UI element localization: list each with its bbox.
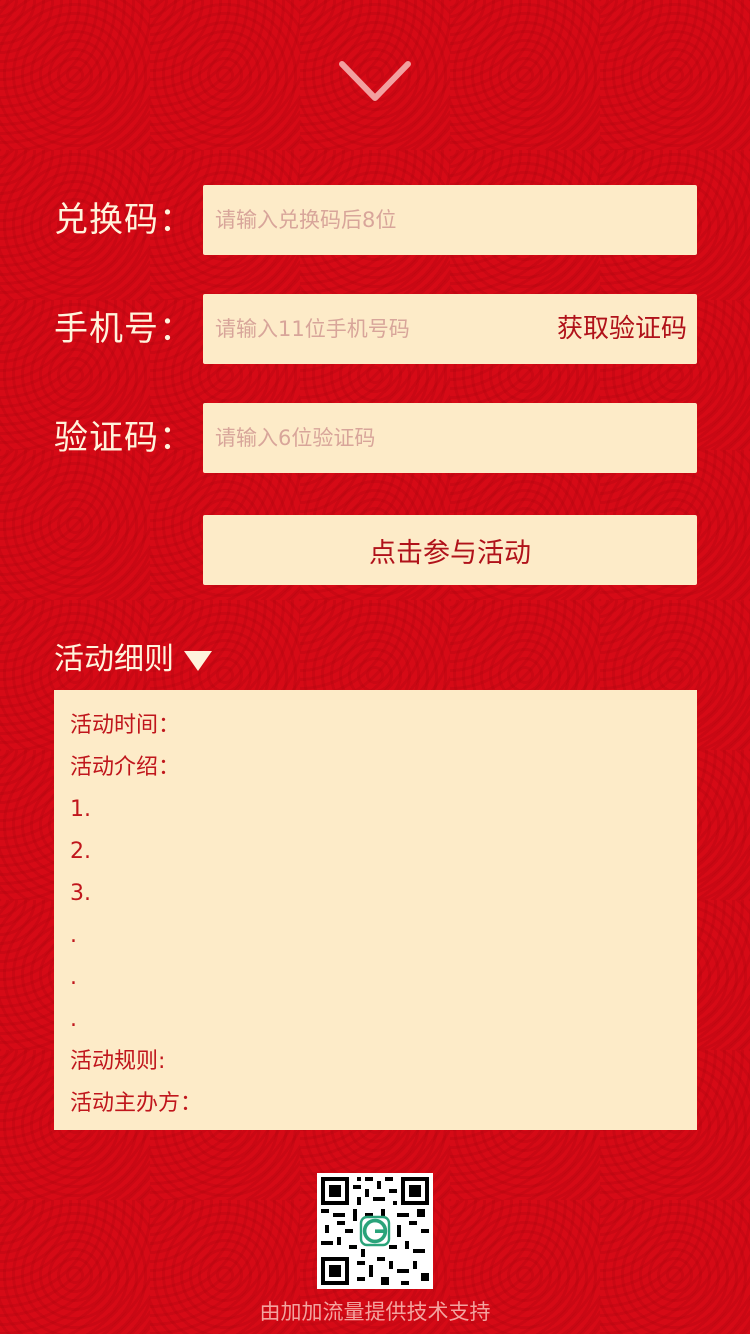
- qr-code-icon: [317, 1173, 433, 1289]
- redeem-code-input[interactable]: [203, 185, 697, 255]
- phone-row: 手机号： 获取验证码: [0, 294, 750, 364]
- rules-line: 活动介绍：: [70, 755, 181, 780]
- rules-line: 3.: [70, 881, 91, 906]
- phone-input[interactable]: [203, 294, 533, 364]
- triangle-down-icon: [184, 650, 212, 671]
- chevron-down-icon[interactable]: [338, 58, 412, 108]
- rules-line: 2.: [70, 839, 91, 864]
- rules-line: 活动主办方：: [70, 1091, 203, 1116]
- rules-panel: 活动时间： 活动介绍： 1. 2. 3. . . . 活动规则: 活动主办方：: [54, 690, 697, 1130]
- rules-toggle[interactable]: 活动细则: [54, 640, 212, 680]
- redeem-row: 兑换码：: [0, 185, 750, 255]
- rules-line: .: [70, 965, 77, 990]
- rules-line: 1.: [70, 797, 91, 822]
- rules-line: .: [70, 1007, 77, 1032]
- tech-support-text: 由加加流量提供技术支持: [259, 1300, 491, 1324]
- redeem-label: 兑换码：: [54, 200, 194, 240]
- code-label: 验证码：: [54, 418, 194, 458]
- join-activity-button[interactable]: 点击参与活动: [203, 515, 697, 585]
- phone-label: 手机号：: [54, 309, 194, 349]
- get-code-button[interactable]: 获取验证码: [557, 294, 687, 364]
- verification-code-input[interactable]: [203, 403, 697, 473]
- code-input-box: [203, 403, 697, 473]
- rules-line: .: [70, 923, 77, 948]
- redeem-input-box: [203, 185, 697, 255]
- rules-title: 活动细则: [54, 642, 174, 677]
- rules-line: 活动规则:: [70, 1049, 166, 1074]
- code-row: 验证码：: [0, 403, 750, 473]
- rules-line: 活动时间：: [70, 713, 181, 738]
- phone-input-box: 获取验证码: [203, 294, 697, 364]
